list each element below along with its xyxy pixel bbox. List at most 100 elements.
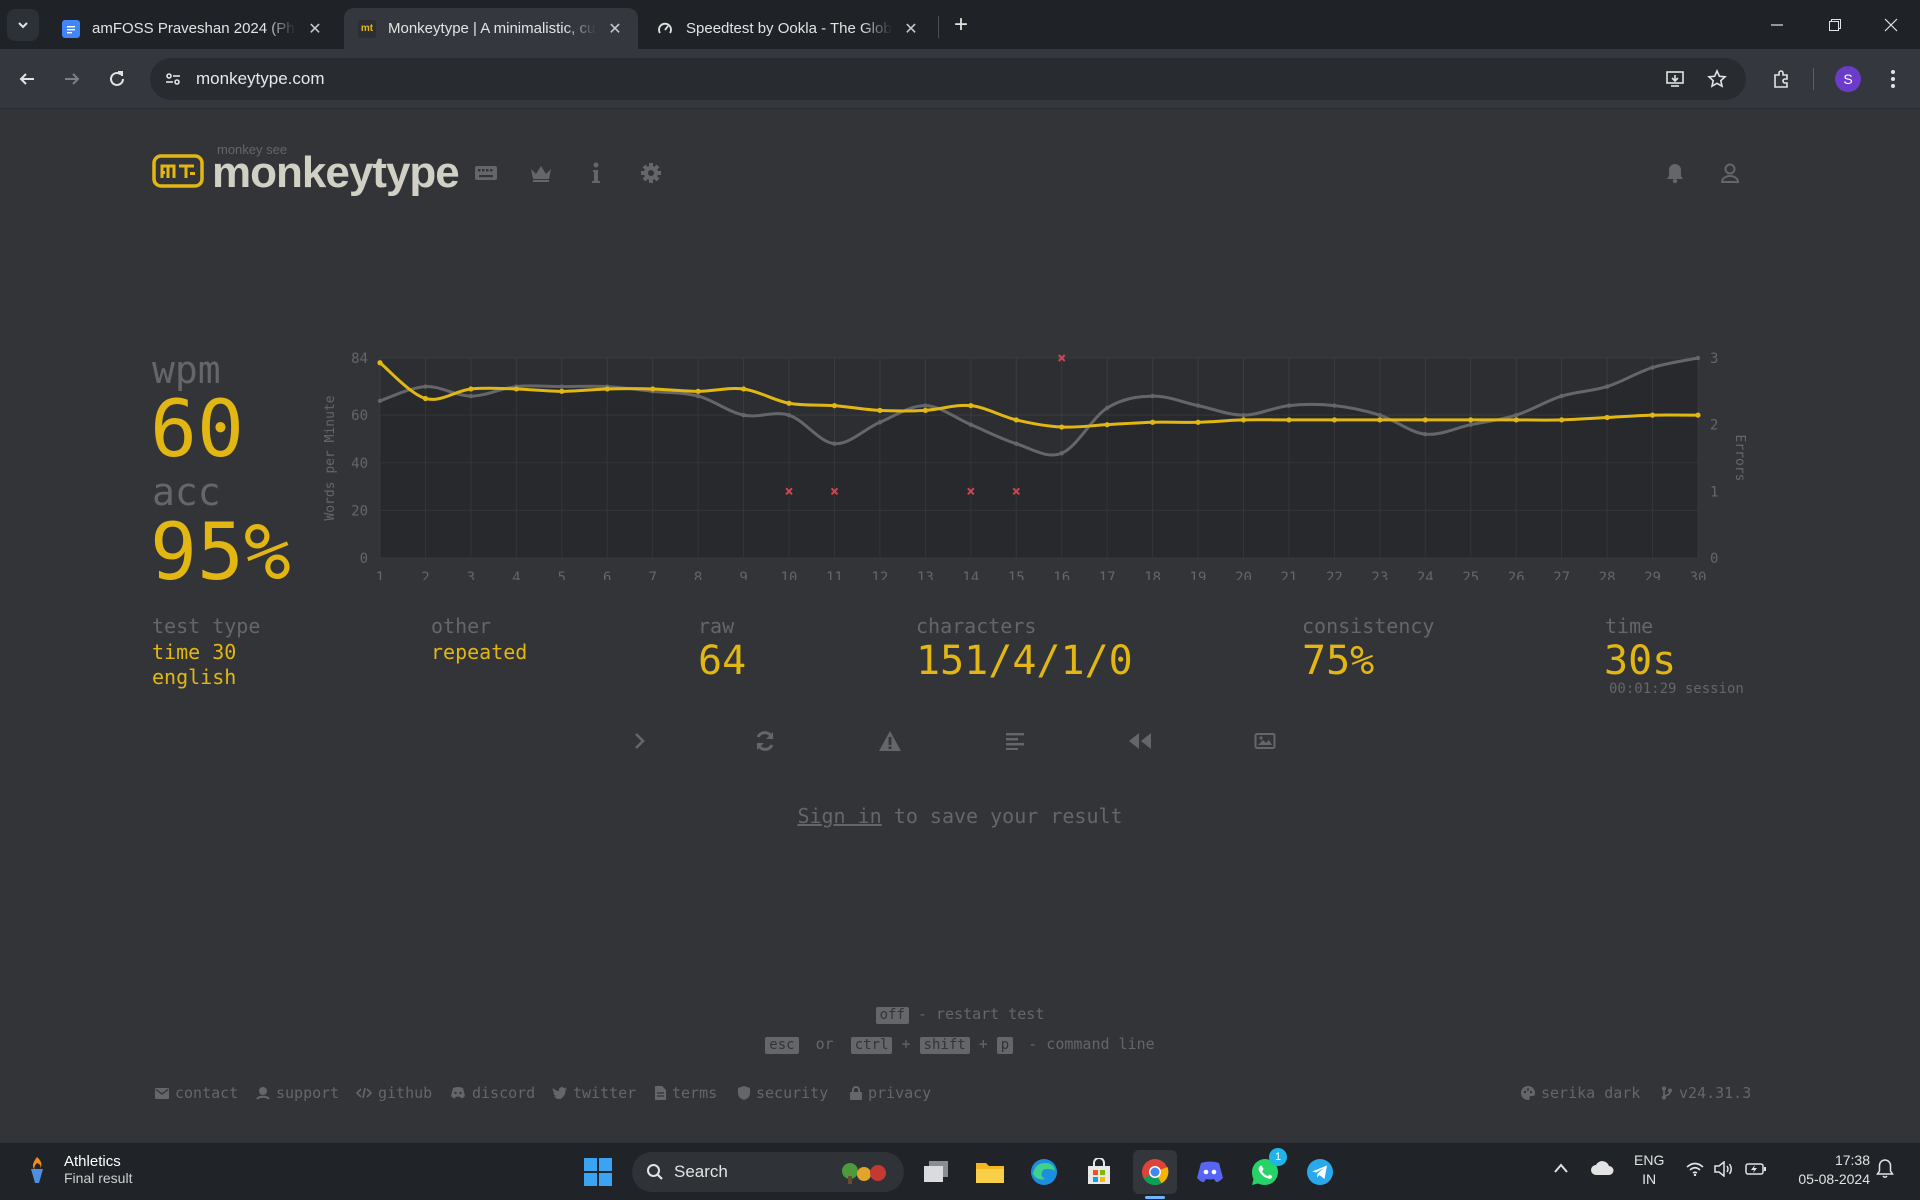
browser-tab-bar: amFOSS Praveshan 2024 (Phase ✕ mt Monkey… xyxy=(0,0,1920,49)
restart-test-button[interactable] xyxy=(748,726,782,756)
logo-text[interactable]: monkeytype xyxy=(212,148,460,198)
chart-x-tick-label: 11 xyxy=(826,570,843,580)
bookmark-star-icon[interactable] xyxy=(1700,62,1734,96)
discord-button[interactable] xyxy=(1188,1150,1232,1194)
profile-avatar[interactable]: S xyxy=(1835,66,1861,92)
wpm-series-point xyxy=(877,407,883,413)
chart-x-tick-label: 27 xyxy=(1553,570,1570,580)
user-icon[interactable] xyxy=(1715,158,1745,188)
extensions-icon[interactable] xyxy=(1764,62,1798,96)
chart-x-tick-label: 9 xyxy=(739,570,747,580)
tab-monkeytype[interactable]: mt Monkeytype | A minimalistic, cu ✕ xyxy=(344,8,638,49)
wpm-series-point xyxy=(1240,417,1247,423)
weather-widget[interactable]: Athletics Final result xyxy=(24,1153,132,1186)
minimize-button[interactable] xyxy=(1748,0,1806,49)
site-info-icon[interactable] xyxy=(160,66,186,92)
crown-icon[interactable] xyxy=(526,158,556,188)
keyboard-icon[interactable] xyxy=(471,158,501,188)
footer-terms[interactable]: terms xyxy=(655,1084,717,1102)
chart-y2-tick-label: 2 xyxy=(1710,418,1718,434)
footer-github[interactable]: github xyxy=(356,1084,432,1102)
raw-series-point xyxy=(1377,412,1383,418)
report-button[interactable] xyxy=(873,726,907,756)
browser-toolbar: monkeytype.com xyxy=(0,49,1920,109)
donate-icon xyxy=(256,1087,270,1100)
session-time: 00:01:29 session xyxy=(1609,681,1744,697)
clock[interactable]: 17:38 05-08-2024 xyxy=(1780,1151,1870,1189)
close-window-button[interactable] xyxy=(1862,0,1920,49)
task-view-button[interactable] xyxy=(914,1150,958,1194)
file-explorer-button[interactable] xyxy=(968,1150,1012,1194)
screenshot-button[interactable] xyxy=(1248,726,1282,756)
footer-link-label: security xyxy=(756,1084,829,1102)
wpm-series-point xyxy=(1695,412,1701,418)
install-app-icon[interactable] xyxy=(1658,62,1692,96)
address-bar[interactable]: monkeytype.com xyxy=(150,58,1746,100)
telegram-button[interactable] xyxy=(1298,1150,1342,1194)
wifi-icon[interactable] xyxy=(1686,1162,1704,1179)
chart-y2-tick-label: 0 xyxy=(1710,551,1718,567)
footer-support[interactable]: support xyxy=(256,1084,339,1102)
tab-search-button[interactable] xyxy=(7,9,39,41)
arrow-right-icon xyxy=(65,73,80,85)
sign-in-link[interactable]: Sign in xyxy=(797,804,881,828)
raw-series-point xyxy=(786,412,792,418)
tray-overflow-icon[interactable] xyxy=(1553,1161,1569,1177)
raw-series-point xyxy=(1423,431,1428,437)
discord-icon xyxy=(1197,1161,1223,1183)
wpm-series-point xyxy=(1649,412,1656,418)
restore-icon xyxy=(1829,18,1841,31)
next-test-button[interactable] xyxy=(623,726,657,756)
footer-version[interactable]: v24.31.3 xyxy=(1661,1084,1751,1102)
footer-privacy[interactable]: privacy xyxy=(850,1084,931,1102)
footer-security[interactable]: security xyxy=(738,1084,828,1102)
close-icon[interactable]: ✕ xyxy=(606,19,624,39)
taskbar-search[interactable]: Search xyxy=(632,1152,904,1192)
battery-icon[interactable] xyxy=(1745,1162,1767,1179)
language-indicator[interactable]: ENG IN xyxy=(1634,1151,1664,1189)
footer-link-label: github xyxy=(378,1084,433,1102)
footer-link-label: twitter xyxy=(573,1084,637,1102)
chart-y-tick-label: 0 xyxy=(360,551,368,567)
footer-discord[interactable]: discord xyxy=(450,1084,535,1102)
close-icon[interactable]: ✕ xyxy=(902,19,920,39)
image-icon xyxy=(1254,733,1276,749)
word-history-button[interactable] xyxy=(998,726,1032,756)
restart-hint: off - restart test xyxy=(0,1005,1920,1024)
notification-bell-icon[interactable] xyxy=(1876,1159,1894,1182)
settings-icon[interactable] xyxy=(636,158,666,188)
tab-title: Monkeytype | A minimalistic, cu xyxy=(388,20,596,37)
acc-value: 95% xyxy=(150,508,291,598)
raw-series-point xyxy=(1150,393,1155,399)
url-text[interactable]: monkeytype.com xyxy=(196,69,325,89)
raw-series-point xyxy=(1104,405,1110,411)
start-button[interactable] xyxy=(576,1150,620,1194)
info-icon[interactable] xyxy=(581,158,611,188)
tab-amfoss[interactable]: amFOSS Praveshan 2024 (Phase ✕ xyxy=(48,8,338,49)
twitter-icon xyxy=(552,1087,567,1099)
onedrive-icon[interactable] xyxy=(1590,1160,1614,1179)
restore-button[interactable] xyxy=(1806,0,1864,49)
bell-icon[interactable] xyxy=(1660,158,1690,188)
tab-speedtest[interactable]: Speedtest by Ookla - The Global ✕ xyxy=(642,8,934,49)
footer-contact[interactable]: contact xyxy=(155,1084,238,1102)
wpm-series-point xyxy=(1559,417,1565,423)
chrome-button[interactable] xyxy=(1133,1150,1177,1194)
volume-icon[interactable] xyxy=(1714,1160,1734,1180)
hint-text: + xyxy=(901,1035,911,1053)
monkeytype-logo-icon[interactable] xyxy=(152,154,204,188)
close-icon[interactable]: ✕ xyxy=(306,19,324,39)
forward-button[interactable] xyxy=(55,62,89,96)
chart-y2-tick-label: 1 xyxy=(1710,484,1718,500)
store-button[interactable] xyxy=(1077,1150,1121,1194)
replay-button[interactable] xyxy=(1123,726,1157,756)
reload-button[interactable] xyxy=(100,62,134,96)
whatsapp-button[interactable]: 1 xyxy=(1243,1148,1287,1194)
edge-button[interactable] xyxy=(1022,1150,1066,1194)
footer-twitter[interactable]: twitter xyxy=(552,1084,636,1102)
menu-icon[interactable] xyxy=(1876,62,1910,96)
chart-x-tick-label: 15 xyxy=(1008,570,1025,580)
new-tab-button[interactable]: + xyxy=(946,10,976,40)
footer-theme[interactable]: serika dark xyxy=(1521,1084,1640,1102)
back-button[interactable] xyxy=(10,62,44,96)
